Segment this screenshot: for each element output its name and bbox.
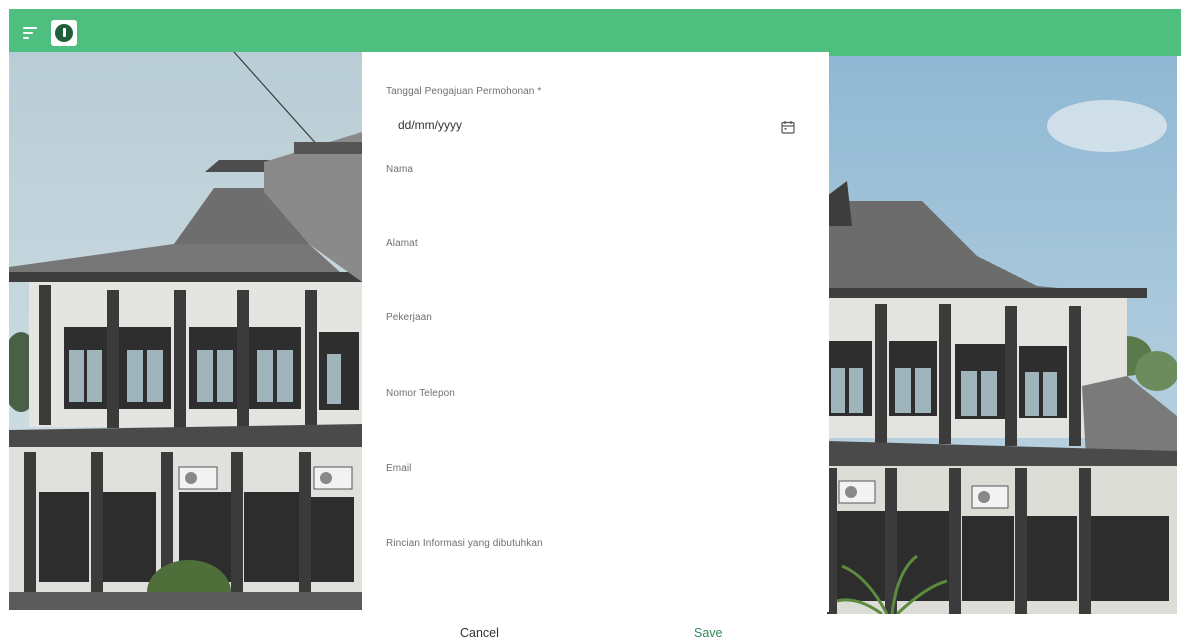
background-photo-right	[827, 56, 1177, 614]
email-field[interactable]: Email	[386, 463, 412, 474]
nama-field[interactable]: Nama	[386, 164, 413, 175]
app-header	[9, 9, 1181, 56]
cancel-button[interactable]: Cancel	[460, 626, 499, 640]
pekerjaan-field[interactable]: Pekerjaan	[386, 312, 432, 323]
rincian-informasi-field[interactable]: Rincian Informasi yang dibutuhkan	[386, 538, 543, 549]
alamat-field[interactable]: Alamat	[386, 238, 418, 249]
save-button[interactable]: Save	[694, 626, 723, 640]
permohonan-form: Tanggal Pengajuan Permohonan * dd/mm/yyy…	[362, 52, 829, 612]
nomor-telepon-field[interactable]: Nomor Telepon	[386, 388, 455, 399]
menu-icon[interactable]	[23, 26, 37, 39]
tanggal-label: Tanggal Pengajuan Permohonan *	[386, 86, 542, 97]
logo-icon[interactable]	[51, 19, 77, 46]
tanggal-date-input[interactable]: dd/mm/yyyy	[398, 118, 462, 132]
background-photo-left	[9, 52, 362, 610]
calendar-icon[interactable]	[781, 120, 795, 134]
